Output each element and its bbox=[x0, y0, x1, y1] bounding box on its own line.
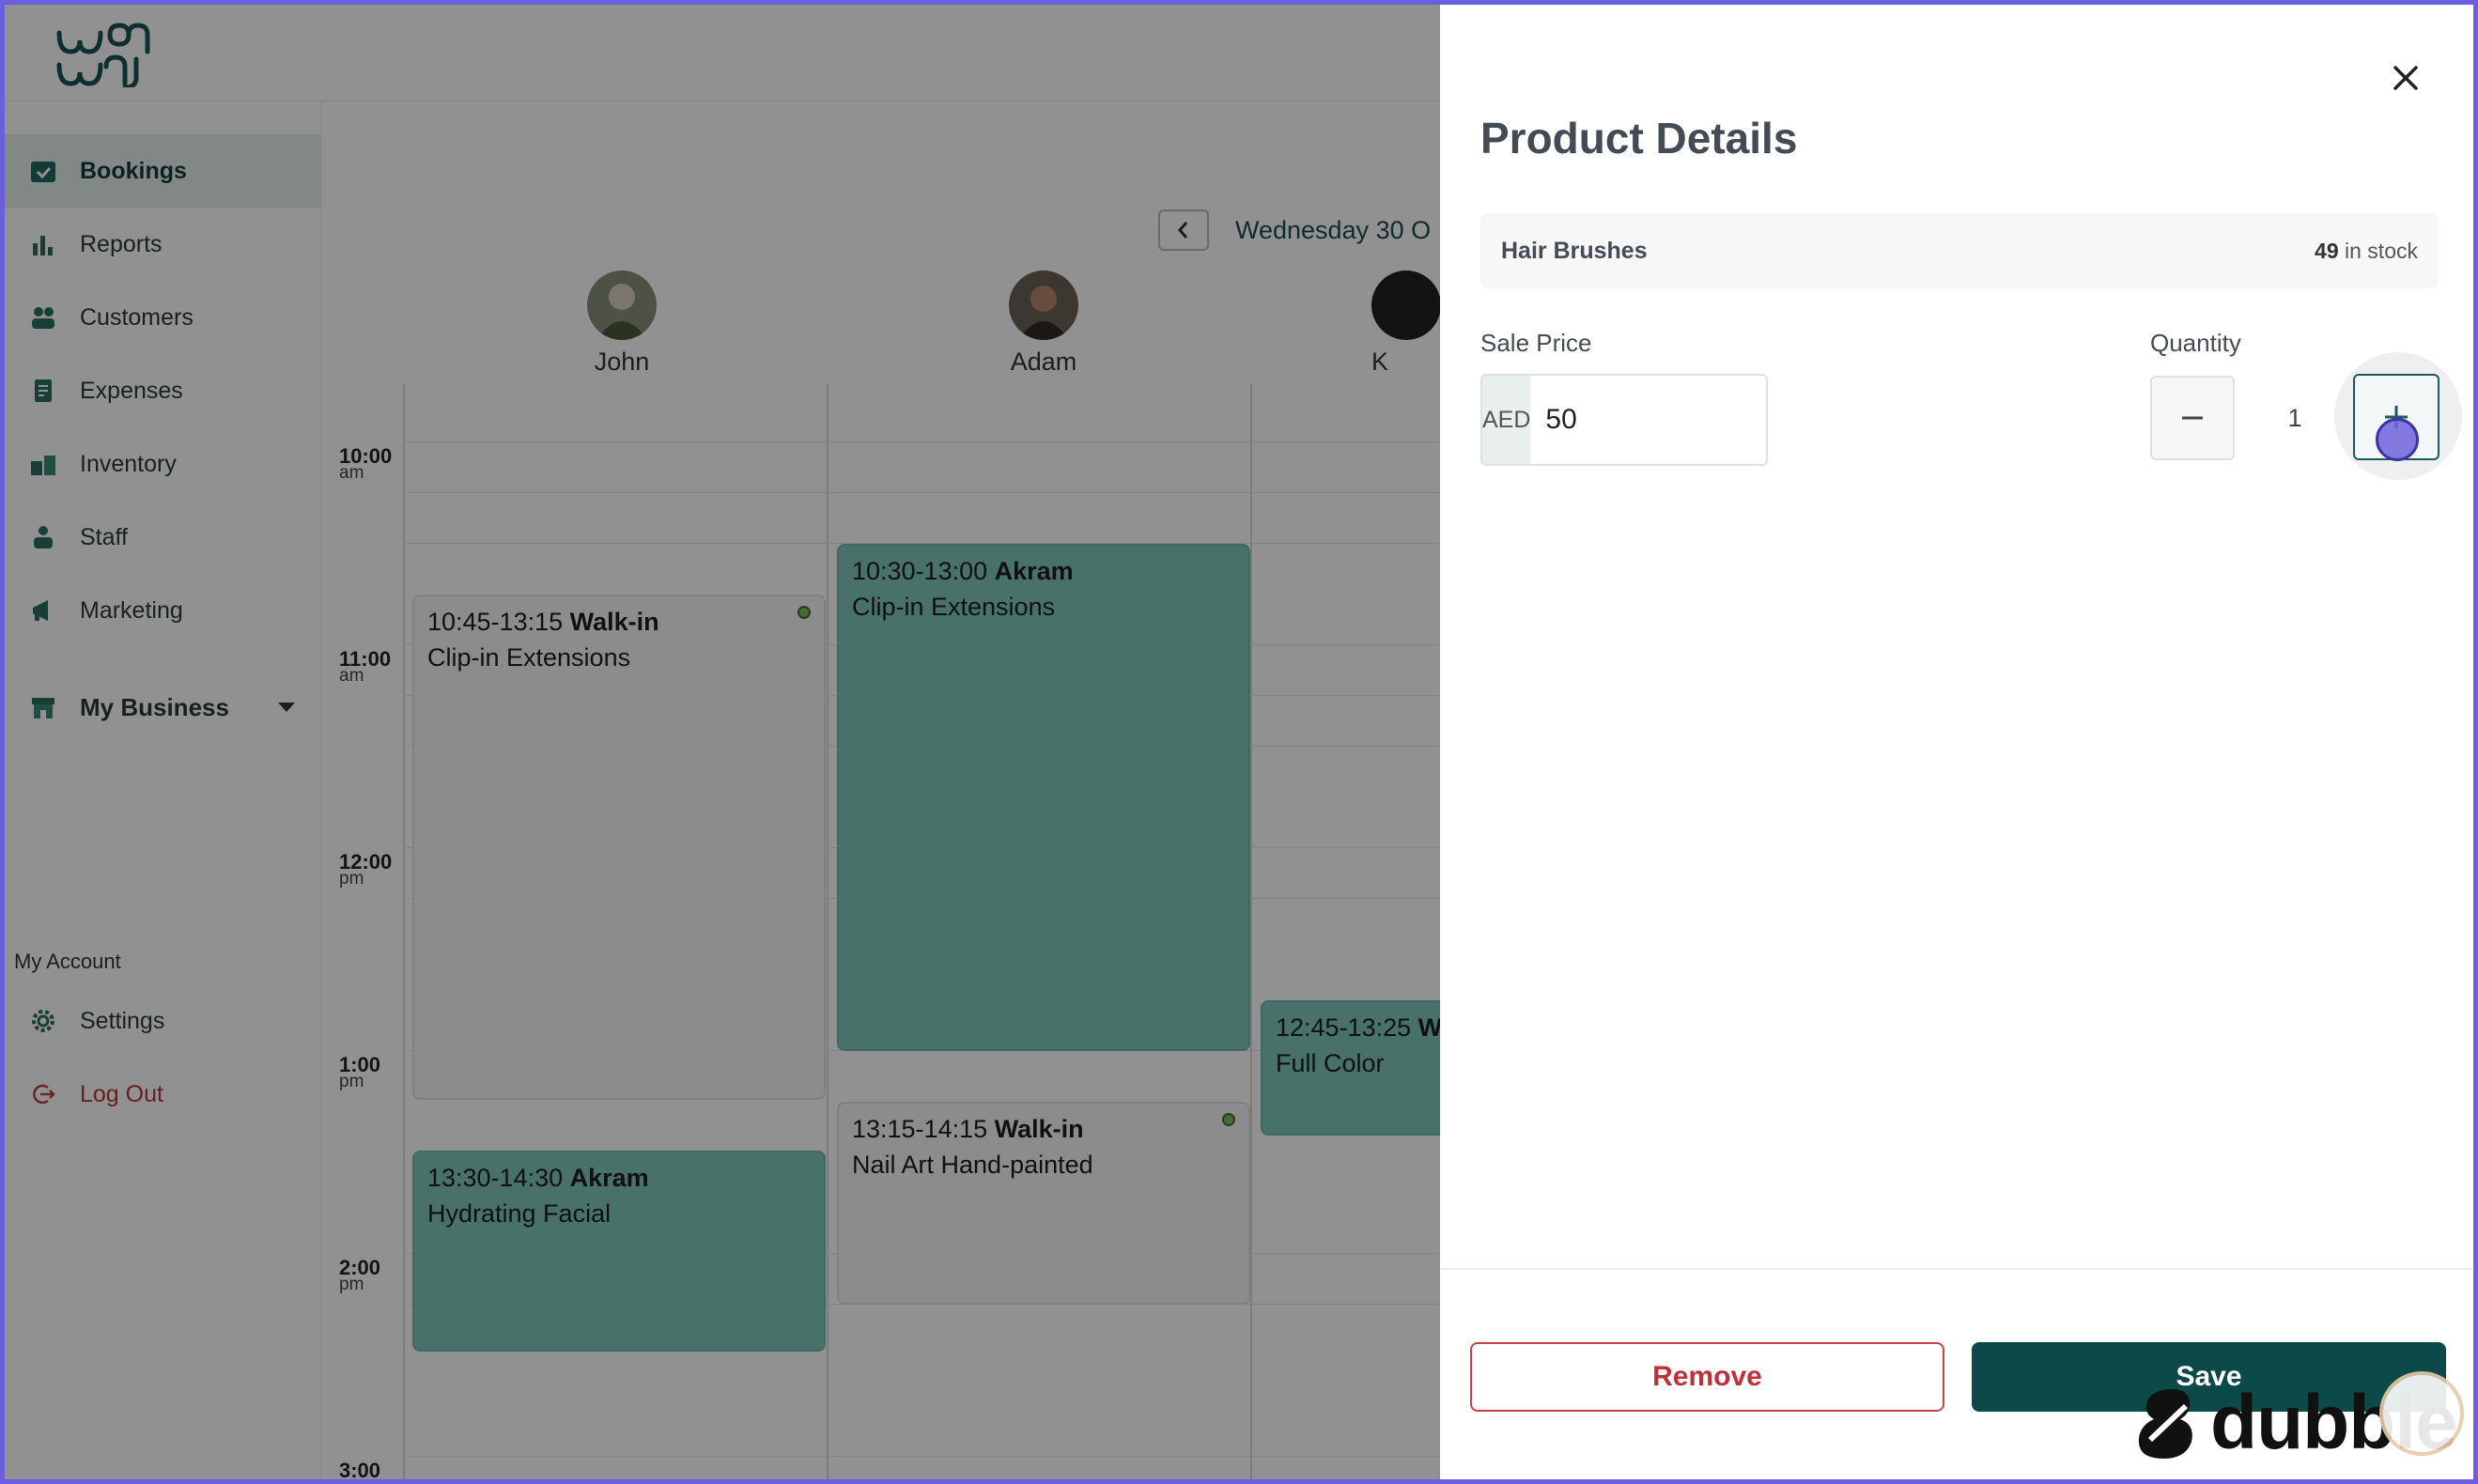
dubble-logo-icon bbox=[2138, 1389, 2192, 1459]
window-frame: Bookings Reports Customers Expenses Inve… bbox=[5, 5, 2473, 1479]
remove-button[interactable]: Remove bbox=[1470, 1342, 1944, 1412]
currency-prefix: AED bbox=[1482, 376, 1531, 464]
stock-count: 49 in stock bbox=[2315, 238, 2418, 263]
sale-price-field: AED bbox=[1480, 374, 1768, 466]
quantity-label: Quantity bbox=[2150, 329, 2241, 357]
minus-icon bbox=[2182, 416, 2203, 420]
product-summary: Hair Brushes 49 in stock bbox=[1480, 213, 2439, 288]
product-details-drawer: Product Details Hair Brushes 49 in stock… bbox=[1440, 5, 2473, 1479]
close-button[interactable] bbox=[2384, 56, 2427, 100]
footer-divider bbox=[1440, 1268, 2473, 1270]
sale-price-label: Sale Price bbox=[1480, 329, 1592, 357]
modal-backdrop[interactable] bbox=[5, 5, 1440, 1479]
decrease-quantity-button[interactable] bbox=[2150, 376, 2235, 460]
bookings-app: Bookings Reports Customers Expenses Inve… bbox=[5, 5, 1448, 1479]
recorder-badge bbox=[2379, 1371, 2464, 1456]
close-icon bbox=[2393, 66, 2418, 90]
product-name: Hair Brushes bbox=[1501, 237, 1648, 264]
sale-price-input[interactable] bbox=[1530, 376, 1766, 464]
cursor-indicator bbox=[2376, 418, 2419, 461]
drawer-title: Product Details bbox=[1480, 114, 1798, 162]
